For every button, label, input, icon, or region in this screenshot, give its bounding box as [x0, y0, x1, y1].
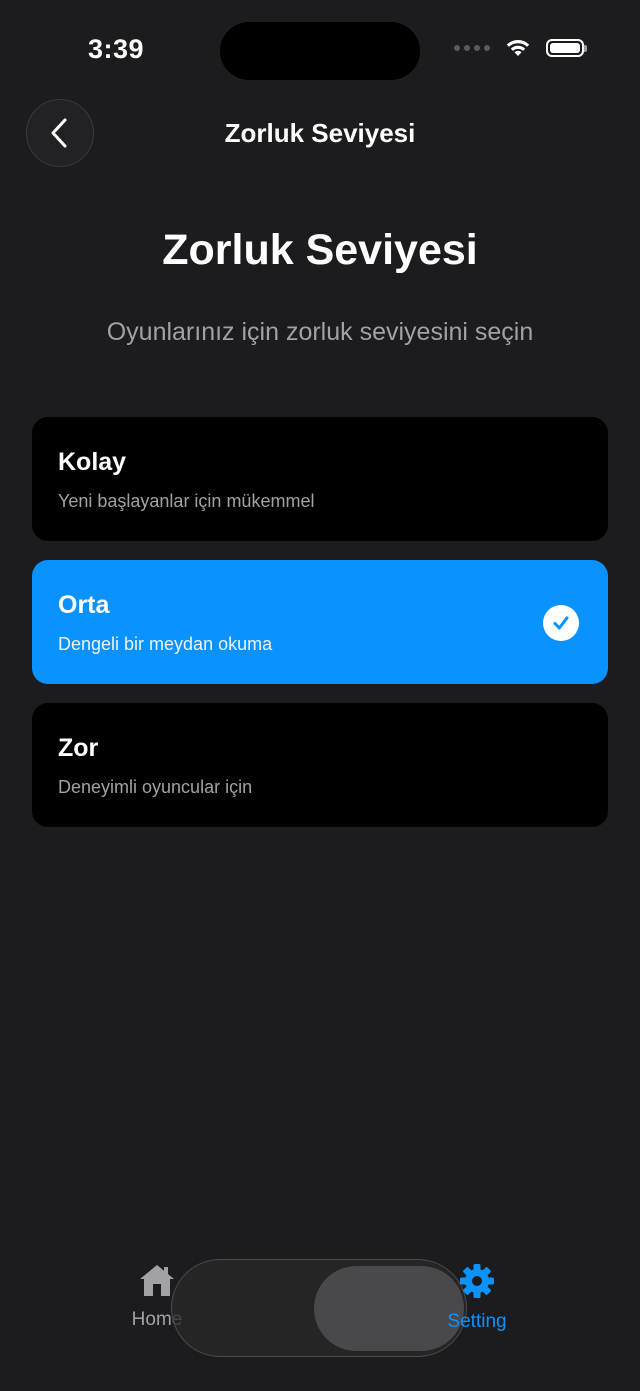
option-zor[interactable]: Zor Deneyimli oyuncular için	[32, 703, 608, 827]
status-time: 3:39	[88, 34, 145, 64]
battery-icon	[546, 39, 587, 57]
option-title: Orta	[58, 591, 110, 619]
difficulty-screen: 3:39 Zorluk Seviyesi Zorluk Seviyesi Oyu…	[0, 0, 640, 1391]
checkmark-icon	[543, 605, 579, 641]
option-title: Zor	[58, 734, 99, 762]
option-description: Deneyimli oyuncular için	[58, 777, 253, 797]
house-icon	[140, 1265, 174, 1296]
page-subtitle: Oyunlarınız için zorluk seviyesini seçin	[106, 318, 534, 346]
tab-setting[interactable]: Setting	[417, 1262, 537, 1333]
option-description: Yeni başlayanlar için mükemmel	[58, 491, 315, 511]
option-title: Kolay	[58, 448, 127, 476]
option-description: Dengeli bir meydan okuma	[58, 634, 273, 654]
status-icons	[454, 38, 587, 58]
tab-label: Setting	[447, 1311, 507, 1332]
wifi-icon	[506, 40, 530, 56]
option-kolay[interactable]: Kolay Yeni başlayanlar için mükemmel	[32, 417, 608, 541]
nav-title: Zorluk Seviyesi	[224, 118, 416, 148]
page-title: Zorluk Seviyesi	[162, 226, 478, 274]
option-orta[interactable]: Orta Dengeli bir meydan okuma	[32, 560, 608, 684]
dynamic-island	[220, 22, 420, 80]
cellular-signal-icon	[454, 45, 490, 51]
gear-icon	[460, 1264, 494, 1298]
